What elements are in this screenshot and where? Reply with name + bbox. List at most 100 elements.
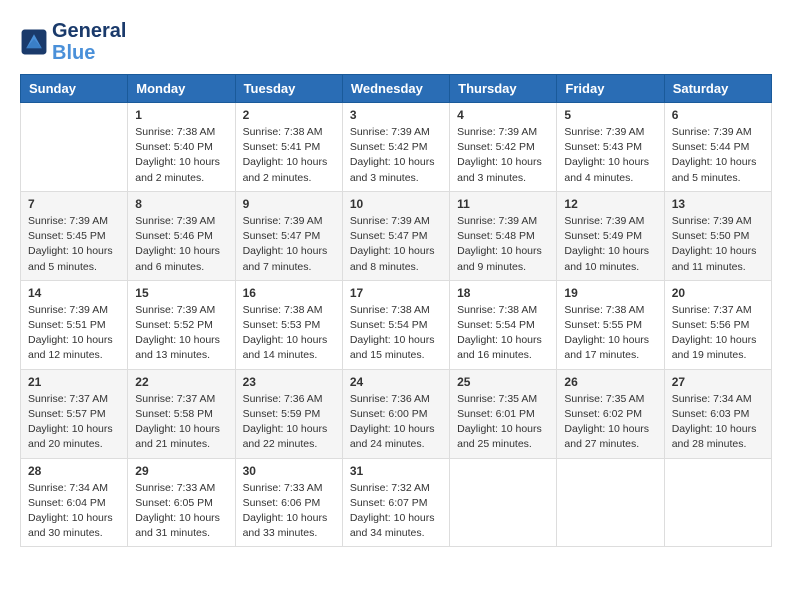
day-info: Sunrise: 7:39 AM Sunset: 5:42 PM Dayligh… <box>350 125 442 186</box>
calendar-cell: 31 Sunrise: 7:32 AM Sunset: 6:07 PM Dayli… <box>342 458 449 547</box>
calendar-cell: 2 Sunrise: 7:38 AM Sunset: 5:41 PM Daylig… <box>235 103 342 192</box>
calendar-cell: 4 Sunrise: 7:39 AM Sunset: 5:42 PM Daylig… <box>450 103 557 192</box>
day-info: Sunrise: 7:36 AM Sunset: 5:59 PM Dayligh… <box>243 392 335 453</box>
day-info: Sunrise: 7:34 AM Sunset: 6:04 PM Dayligh… <box>28 481 120 542</box>
day-number: 31 <box>350 464 442 478</box>
day-info: Sunrise: 7:35 AM Sunset: 6:02 PM Dayligh… <box>564 392 656 453</box>
day-number: 22 <box>135 375 227 389</box>
day-info: Sunrise: 7:39 AM Sunset: 5:44 PM Dayligh… <box>672 125 764 186</box>
day-info: Sunrise: 7:39 AM Sunset: 5:49 PM Dayligh… <box>564 214 656 275</box>
day-number: 18 <box>457 286 549 300</box>
weekday-header-sunday: Sunday <box>21 75 128 103</box>
day-number: 25 <box>457 375 549 389</box>
calendar-cell: 16 Sunrise: 7:38 AM Sunset: 5:53 PM Dayli… <box>235 280 342 369</box>
day-info: Sunrise: 7:39 AM Sunset: 5:52 PM Dayligh… <box>135 303 227 364</box>
calendar-cell: 8 Sunrise: 7:39 AM Sunset: 5:46 PM Daylig… <box>128 191 235 280</box>
logo-icon <box>20 28 48 56</box>
calendar-cell: 29 Sunrise: 7:33 AM Sunset: 6:05 PM Dayli… <box>128 458 235 547</box>
day-number: 27 <box>672 375 764 389</box>
day-number: 26 <box>564 375 656 389</box>
day-info: Sunrise: 7:39 AM Sunset: 5:50 PM Dayligh… <box>672 214 764 275</box>
calendar-cell: 17 Sunrise: 7:38 AM Sunset: 5:54 PM Dayli… <box>342 280 449 369</box>
day-number: 1 <box>135 108 227 122</box>
weekday-header-friday: Friday <box>557 75 664 103</box>
day-info: Sunrise: 7:39 AM Sunset: 5:46 PM Dayligh… <box>135 214 227 275</box>
day-number: 8 <box>135 197 227 211</box>
day-number: 2 <box>243 108 335 122</box>
calendar-cell: 24 Sunrise: 7:36 AM Sunset: 6:00 PM Dayli… <box>342 369 449 458</box>
day-info: Sunrise: 7:38 AM Sunset: 5:55 PM Dayligh… <box>564 303 656 364</box>
day-number: 11 <box>457 197 549 211</box>
calendar-cell: 15 Sunrise: 7:39 AM Sunset: 5:52 PM Dayli… <box>128 280 235 369</box>
day-info: Sunrise: 7:36 AM Sunset: 6:00 PM Dayligh… <box>350 392 442 453</box>
logo: General Blue <box>20 20 126 64</box>
day-number: 30 <box>243 464 335 478</box>
day-number: 10 <box>350 197 442 211</box>
calendar-cell: 5 Sunrise: 7:39 AM Sunset: 5:43 PM Daylig… <box>557 103 664 192</box>
day-info: Sunrise: 7:39 AM Sunset: 5:43 PM Dayligh… <box>564 125 656 186</box>
calendar-cell <box>450 458 557 547</box>
weekday-header-monday: Monday <box>128 75 235 103</box>
day-number: 9 <box>243 197 335 211</box>
day-info: Sunrise: 7:39 AM Sunset: 5:47 PM Dayligh… <box>243 214 335 275</box>
calendar-cell: 20 Sunrise: 7:37 AM Sunset: 5:56 PM Dayli… <box>664 280 771 369</box>
calendar-cell: 14 Sunrise: 7:39 AM Sunset: 5:51 PM Dayli… <box>21 280 128 369</box>
day-info: Sunrise: 7:38 AM Sunset: 5:54 PM Dayligh… <box>350 303 442 364</box>
day-info: Sunrise: 7:32 AM Sunset: 6:07 PM Dayligh… <box>350 481 442 542</box>
day-info: Sunrise: 7:33 AM Sunset: 6:05 PM Dayligh… <box>135 481 227 542</box>
weekday-header-tuesday: Tuesday <box>235 75 342 103</box>
day-number: 13 <box>672 197 764 211</box>
day-info: Sunrise: 7:39 AM Sunset: 5:51 PM Dayligh… <box>28 303 120 364</box>
day-number: 29 <box>135 464 227 478</box>
weekday-header-wednesday: Wednesday <box>342 75 449 103</box>
day-number: 28 <box>28 464 120 478</box>
day-number: 19 <box>564 286 656 300</box>
day-info: Sunrise: 7:38 AM Sunset: 5:54 PM Dayligh… <box>457 303 549 364</box>
day-number: 23 <box>243 375 335 389</box>
day-info: Sunrise: 7:38 AM Sunset: 5:40 PM Dayligh… <box>135 125 227 186</box>
day-number: 21 <box>28 375 120 389</box>
calendar-cell: 30 Sunrise: 7:33 AM Sunset: 6:06 PM Dayli… <box>235 458 342 547</box>
day-number: 16 <box>243 286 335 300</box>
day-info: Sunrise: 7:37 AM Sunset: 5:58 PM Dayligh… <box>135 392 227 453</box>
day-number: 15 <box>135 286 227 300</box>
calendar-cell: 9 Sunrise: 7:39 AM Sunset: 5:47 PM Daylig… <box>235 191 342 280</box>
calendar-cell: 22 Sunrise: 7:37 AM Sunset: 5:58 PM Dayli… <box>128 369 235 458</box>
day-number: 6 <box>672 108 764 122</box>
calendar-cell: 10Sunrise: 7:39 AM Sunset: 5:47 PM Dayli… <box>342 191 449 280</box>
day-info: Sunrise: 7:37 AM Sunset: 5:57 PM Dayligh… <box>28 392 120 453</box>
day-info: Sunrise: 7:34 AM Sunset: 6:03 PM Dayligh… <box>672 392 764 453</box>
calendar-cell: 27 Sunrise: 7:34 AM Sunset: 6:03 PM Dayli… <box>664 369 771 458</box>
weekday-header-thursday: Thursday <box>450 75 557 103</box>
day-number: 20 <box>672 286 764 300</box>
day-number: 3 <box>350 108 442 122</box>
day-info: Sunrise: 7:33 AM Sunset: 6:06 PM Dayligh… <box>243 481 335 542</box>
day-info: Sunrise: 7:39 AM Sunset: 5:42 PM Dayligh… <box>457 125 549 186</box>
calendar-cell <box>21 103 128 192</box>
calendar-cell: 12 Sunrise: 7:39 AM Sunset: 5:49 PM Dayli… <box>557 191 664 280</box>
calendar-cell: 25 Sunrise: 7:35 AM Sunset: 6:01 PM Dayli… <box>450 369 557 458</box>
logo-text-line1: General <box>52 20 126 42</box>
day-number: 14 <box>28 286 120 300</box>
day-info: Sunrise: 7:35 AM Sunset: 6:01 PM Dayligh… <box>457 392 549 453</box>
day-number: 12 <box>564 197 656 211</box>
day-number: 4 <box>457 108 549 122</box>
calendar-cell: 7 Sunrise: 7:39 AM Sunset: 5:45 PM Daylig… <box>21 191 128 280</box>
logo-text-line2: Blue <box>52 42 126 64</box>
day-info: Sunrise: 7:38 AM Sunset: 5:41 PM Dayligh… <box>243 125 335 186</box>
calendar-cell: 6 Sunrise: 7:39 AM Sunset: 5:44 PM Daylig… <box>664 103 771 192</box>
page-header: General Blue <box>20 20 772 64</box>
day-number: 7 <box>28 197 120 211</box>
day-number: 5 <box>564 108 656 122</box>
weekday-header-saturday: Saturday <box>664 75 771 103</box>
calendar-cell: 3 Sunrise: 7:39 AM Sunset: 5:42 PM Daylig… <box>342 103 449 192</box>
calendar-cell: 11Sunrise: 7:39 AM Sunset: 5:48 PM Dayli… <box>450 191 557 280</box>
calendar-cell <box>557 458 664 547</box>
calendar-cell: 26 Sunrise: 7:35 AM Sunset: 6:02 PM Dayli… <box>557 369 664 458</box>
day-info: Sunrise: 7:39 AM Sunset: 5:45 PM Dayligh… <box>28 214 120 275</box>
day-info: Sunrise: 7:38 AM Sunset: 5:53 PM Dayligh… <box>243 303 335 364</box>
day-number: 17 <box>350 286 442 300</box>
calendar-cell: 23 Sunrise: 7:36 AM Sunset: 5:59 PM Dayli… <box>235 369 342 458</box>
day-number: 24 <box>350 375 442 389</box>
day-info: Sunrise: 7:37 AM Sunset: 5:56 PM Dayligh… <box>672 303 764 364</box>
